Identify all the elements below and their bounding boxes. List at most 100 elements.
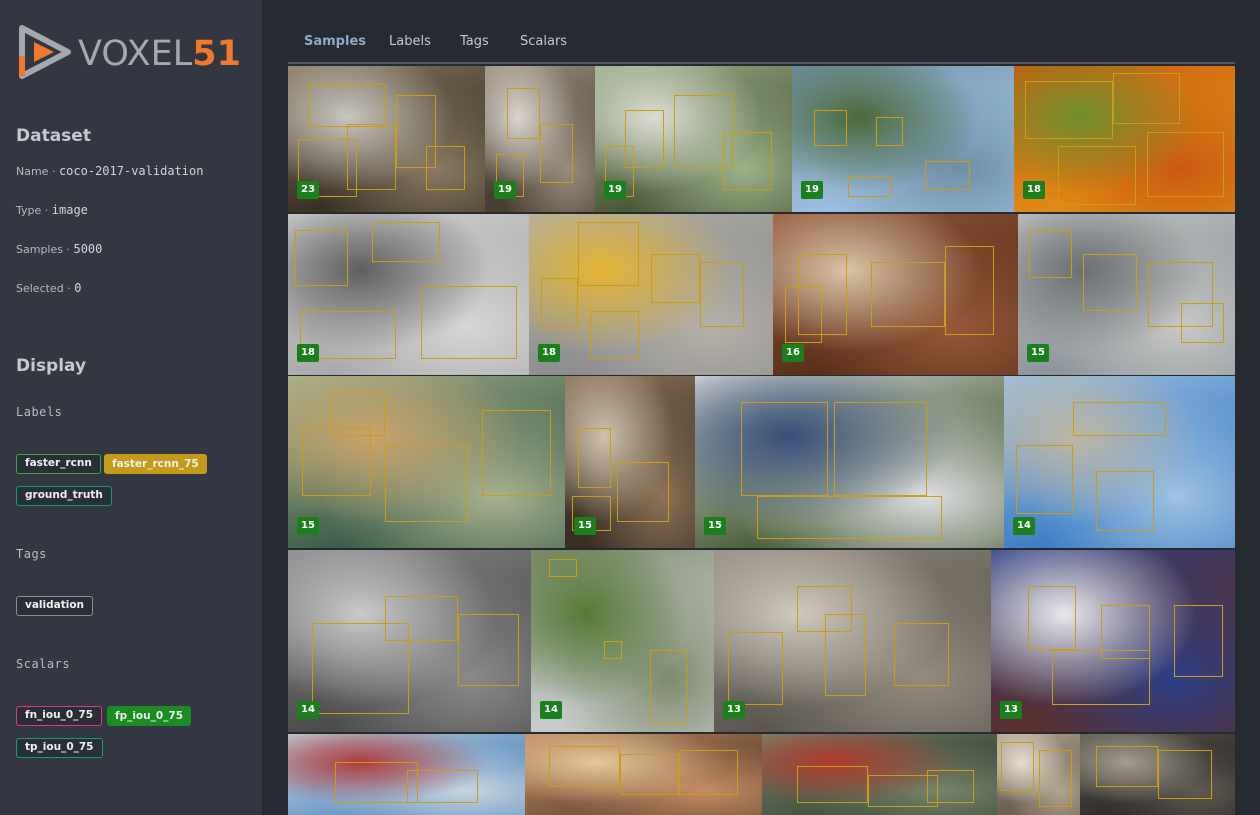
scalar-chip-tp-iou-0-75[interactable]: tp_iou_0_75: [16, 738, 103, 758]
voxel51-logo-icon: [19, 25, 71, 79]
detection-box: [797, 586, 853, 632]
dataset-name-label: Name ·: [16, 165, 56, 178]
dataset-selected-label: Selected ·: [16, 282, 71, 295]
detection-box: [834, 401, 927, 497]
detection-box: [604, 641, 623, 660]
detection-box: [1052, 650, 1150, 705]
display-section-title: Display: [16, 356, 87, 376]
scalar-chip-fp-iou-0-75[interactable]: fp_iou_0_75: [107, 706, 192, 726]
detection-box: [1096, 470, 1155, 531]
detection-box: [723, 131, 773, 191]
sample-tile[interactable]: 15: [288, 376, 565, 548]
sample-tile[interactable]: 13: [714, 550, 991, 732]
detection-box: [617, 462, 669, 523]
detection-box: [384, 444, 469, 523]
detection-box: [578, 427, 611, 488]
scalar-chip-fn-iou-0-75[interactable]: fn_iou_0_75: [16, 706, 102, 726]
detection-box: [540, 124, 573, 183]
tags-subtitle: Tags: [16, 547, 47, 561]
sample-tile[interactable]: [762, 734, 997, 815]
detection-box: [548, 746, 620, 787]
sample-tile[interactable]: 19: [595, 66, 792, 212]
label-count-badge: 14: [1013, 517, 1035, 535]
detection-box: [458, 613, 519, 687]
detection-box: [481, 410, 552, 497]
detection-box: [372, 222, 440, 263]
dataset-samples-value: 5000: [73, 242, 103, 256]
sample-tile[interactable]: 19: [792, 66, 1014, 212]
detection-box: [1028, 230, 1073, 279]
sample-tile[interactable]: 15: [1018, 214, 1235, 375]
dataset-selected-row: Selected · 0: [16, 281, 81, 295]
sample-tile[interactable]: 18: [288, 214, 529, 375]
detection-box: [1113, 73, 1180, 125]
detection-box: [301, 427, 372, 497]
sample-tile[interactable]: 15: [695, 376, 1004, 548]
detection-box: [329, 393, 385, 437]
voxel51-logo[interactable]: VOXEL51: [16, 22, 246, 84]
detection-box: [590, 310, 639, 359]
dataset-name-value: coco-2017-validation: [58, 164, 204, 178]
sample-tile[interactable]: 13: [991, 550, 1235, 732]
labels-subtitle: Labels: [16, 405, 63, 419]
label-chip-ground-truth[interactable]: ground_truth: [16, 486, 112, 506]
detection-box: [847, 175, 892, 198]
dataset-selected-value: 0: [74, 281, 82, 295]
detection-box: [699, 262, 744, 327]
label-chip-faster-rcnn-75[interactable]: faster_rcnn_75: [104, 454, 207, 474]
sample-tile[interactable]: 14: [288, 550, 531, 732]
sample-tile[interactable]: 18: [1014, 66, 1235, 212]
brand-name-light: VOXEL: [78, 34, 193, 74]
label-count-badge: 19: [494, 181, 516, 199]
sample-tile[interactable]: [288, 734, 525, 815]
detection-box: [1001, 742, 1035, 791]
detection-box: [1095, 746, 1158, 787]
detection-box: [1073, 401, 1166, 437]
sample-tile[interactable]: [997, 734, 1080, 815]
sample-tile[interactable]: [1080, 734, 1235, 815]
detection-box: [307, 83, 387, 128]
dataset-samples-label: Samples ·: [16, 243, 70, 256]
label-count-badge: 15: [1027, 344, 1049, 362]
tab-tags[interactable]: Tags: [460, 34, 489, 49]
label-count-badge: 23: [297, 181, 319, 199]
label-count-badge: 19: [801, 181, 823, 199]
detection-box: [420, 286, 517, 359]
dataset-type-value: image: [51, 203, 88, 217]
detection-box: [541, 278, 578, 327]
sample-tile[interactable]: 16: [773, 214, 1018, 375]
detection-box: [926, 770, 974, 803]
dataset-name-row: Name · coco-2017-validation: [16, 164, 203, 178]
label-count-badge: 13: [723, 701, 745, 719]
brand-name: VOXEL51: [78, 34, 241, 74]
sample-tile[interactable]: 14: [1004, 376, 1235, 548]
tab-samples[interactable]: Samples: [304, 34, 366, 49]
detection-box: [1025, 80, 1114, 139]
sample-tile[interactable]: 14: [531, 550, 714, 732]
sample-tile[interactable]: [525, 734, 762, 815]
tag-chip-validation[interactable]: validation: [16, 596, 94, 616]
sample-tile[interactable]: 23: [288, 66, 485, 212]
detection-box: [797, 766, 868, 803]
detection-box: [1015, 444, 1074, 514]
detection-box: [295, 230, 349, 287]
detection-box: [577, 222, 639, 287]
dataset-type-label: Type ·: [16, 204, 49, 217]
detection-box: [741, 401, 828, 497]
detection-box: [1157, 750, 1212, 799]
scalars-subtitle: Scalars: [16, 657, 71, 671]
tabs-divider: [288, 62, 1235, 64]
detection-box: [649, 650, 687, 723]
tab-scalars[interactable]: Scalars: [520, 34, 567, 49]
label-chip-faster-rcnn[interactable]: faster_rcnn: [16, 454, 101, 474]
detection-box: [406, 770, 478, 803]
sample-tile[interactable]: 18: [529, 214, 773, 375]
sample-tile[interactable]: 15: [565, 376, 695, 548]
label-count-badge: 14: [540, 701, 562, 719]
sample-tile[interactable]: 19: [485, 66, 595, 212]
label-count-badge: 13: [1000, 701, 1022, 719]
detection-box: [1083, 254, 1138, 311]
detection-box: [944, 246, 994, 335]
tab-labels[interactable]: Labels: [389, 34, 431, 49]
label-count-badge: 18: [538, 344, 560, 362]
